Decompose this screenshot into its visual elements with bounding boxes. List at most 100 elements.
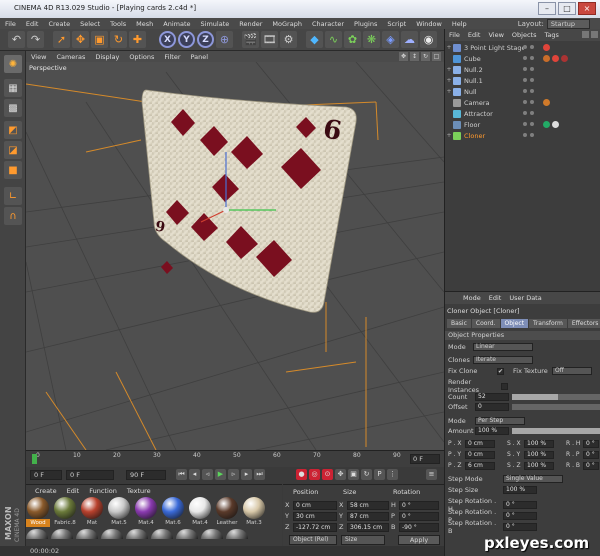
menu-mograph[interactable]: MoGraph: [267, 20, 307, 28]
count-field[interactable]: 52: [475, 393, 509, 401]
next-key-icon[interactable]: ▸: [241, 469, 252, 480]
count-slider[interactable]: [512, 394, 600, 400]
om-search-icon[interactable]: [582, 31, 589, 38]
visibility-dot-icon[interactable]: [523, 56, 527, 60]
expand-toggle-icon[interactable]: +: [445, 77, 453, 84]
viewport-menu-display[interactable]: Display: [90, 53, 124, 61]
object-name[interactable]: Camera: [464, 99, 524, 107]
object-name[interactable]: Null: [464, 88, 524, 96]
material-menu-create[interactable]: Create: [30, 487, 62, 495]
viewport-menu-options[interactable]: Options: [124, 53, 159, 61]
viewport-menu-panel[interactable]: Panel: [186, 53, 214, 61]
material-swatch[interactable]: [126, 529, 148, 539]
material-tag-icon[interactable]: [543, 99, 550, 106]
expand-toggle-icon[interactable]: +: [445, 66, 453, 73]
spline-icon[interactable]: ∿: [325, 31, 342, 48]
camera-icon[interactable]: ◉: [420, 31, 437, 48]
scale-value-field[interactable]: 100 %: [524, 451, 554, 459]
mode-select[interactable]: Linear: [473, 343, 533, 351]
render-picture-viewer-icon[interactable]: 🎞: [261, 31, 278, 48]
close-button[interactable]: ×: [578, 2, 596, 15]
step-mode-select[interactable]: Single Value: [503, 475, 563, 483]
points-mode-icon[interactable]: ◩: [4, 121, 22, 139]
rotation-value-field[interactable]: 0 °: [583, 440, 599, 448]
om-menu-view[interactable]: View: [484, 31, 507, 39]
object-row[interactable]: Camera: [445, 97, 600, 108]
position-value-field[interactable]: 6 cm: [465, 462, 495, 470]
position-value-field[interactable]: 0 cm: [465, 451, 495, 459]
material-tag-icon[interactable]: [552, 55, 559, 62]
object-name[interactable]: Attractor: [464, 110, 524, 118]
material-tag-icon[interactable]: [552, 121, 559, 128]
coordinate-system-icon[interactable]: ⊕: [216, 31, 233, 48]
visibility-dot-icon[interactable]: [523, 45, 527, 49]
menu-mesh[interactable]: Mesh: [131, 20, 158, 28]
orbit-icon[interactable]: ↻: [421, 52, 430, 61]
material-swatch[interactable]: [226, 529, 248, 539]
keyframe-selection-icon[interactable]: ⊙: [322, 469, 333, 480]
offset-field[interactable]: 0: [475, 403, 509, 411]
visibility-dot-icon[interactable]: [530, 100, 534, 104]
go-to-start-icon[interactable]: ⏮: [176, 469, 187, 480]
visibility-dot-icon[interactable]: [523, 89, 527, 93]
visibility-dot-icon[interactable]: [523, 111, 527, 115]
object-mode-icon[interactable]: ▦: [4, 79, 22, 97]
size-x-field[interactable]: 58 cm: [347, 501, 389, 510]
rotate-icon[interactable]: ↻: [110, 31, 127, 48]
go-to-end-icon[interactable]: ⏭: [254, 469, 265, 480]
object-name[interactable]: 3 Point Light Stage: [464, 44, 524, 52]
fix-texture-select[interactable]: Off: [552, 367, 592, 375]
live-select-icon[interactable]: ➚: [53, 31, 70, 48]
object-row[interactable]: + Null: [445, 86, 600, 97]
visibility-dot-icon[interactable]: [530, 56, 534, 60]
nurbs-icon[interactable]: ✿: [344, 31, 361, 48]
menu-edit[interactable]: Edit: [21, 20, 44, 28]
mode2-select[interactable]: Per Step: [475, 417, 525, 425]
visibility-dot-icon[interactable]: [523, 122, 527, 126]
pan-icon[interactable]: ✥: [399, 52, 408, 61]
size-y-field[interactable]: 87 cm: [347, 512, 389, 521]
maximize-view-icon[interactable]: □: [432, 52, 441, 61]
object-name[interactable]: Null.1: [464, 77, 524, 85]
material-swatch[interactable]: [101, 529, 123, 539]
record-icon[interactable]: ●: [296, 469, 307, 480]
x-axis-lock-icon[interactable]: X: [159, 31, 176, 48]
am-menu-mode[interactable]: Mode: [459, 294, 485, 302]
object-row[interactable]: + Null.2: [445, 64, 600, 75]
tab-basic[interactable]: Basic: [447, 319, 471, 328]
model-mode-icon[interactable]: ✺: [4, 55, 22, 73]
current-frame-field[interactable]: 0 F: [410, 454, 440, 464]
snap-icon[interactable]: ∩: [4, 207, 22, 225]
menu-select[interactable]: Select: [75, 20, 105, 28]
scale-key-icon[interactable]: ▣: [348, 469, 359, 480]
material-swatch[interactable]: [176, 529, 198, 539]
am-menu-edit[interactable]: Edit: [485, 294, 506, 302]
material-swatch[interactable]: [201, 529, 223, 539]
material-swatch[interactable]: Mat.6: [161, 497, 185, 527]
tab-effectors[interactable]: Effectors: [567, 319, 600, 328]
tab-transform[interactable]: Transform: [529, 319, 567, 328]
render-instances-checkbox[interactable]: [501, 382, 508, 390]
axis-mode-icon[interactable]: ∟: [4, 187, 22, 205]
redo-icon[interactable]: ↷: [27, 31, 44, 48]
menu-help[interactable]: Help: [447, 20, 472, 28]
maximize-button[interactable]: □: [558, 2, 576, 15]
material-swatch[interactable]: Fabric.8: [53, 497, 77, 527]
menu-create[interactable]: Create: [43, 20, 75, 28]
material-tag-icon[interactable]: [543, 121, 550, 128]
pos-x-field[interactable]: 0 cm: [293, 501, 337, 510]
material-swatch[interactable]: Mat.4: [134, 497, 158, 527]
polygons-mode-icon[interactable]: ■: [4, 161, 22, 179]
menu-tools[interactable]: Tools: [105, 20, 131, 28]
scale-icon[interactable]: ▣: [91, 31, 108, 48]
rot-b-field[interactable]: -90 °: [399, 523, 439, 532]
coordinate-mode-select[interactable]: Object (Rel): [289, 535, 337, 545]
object-row[interactable]: +3 Point Light Stage: [445, 42, 600, 53]
rotation-key-icon[interactable]: ↻: [361, 469, 372, 480]
position-key-icon[interactable]: ✥: [335, 469, 346, 480]
om-layer-icon[interactable]: [591, 31, 598, 38]
amount-slider[interactable]: [512, 428, 600, 434]
visibility-dot-icon[interactable]: [530, 111, 534, 115]
om-menu-objects[interactable]: Objects: [508, 31, 541, 39]
object-name[interactable]: Cloner: [464, 132, 524, 140]
